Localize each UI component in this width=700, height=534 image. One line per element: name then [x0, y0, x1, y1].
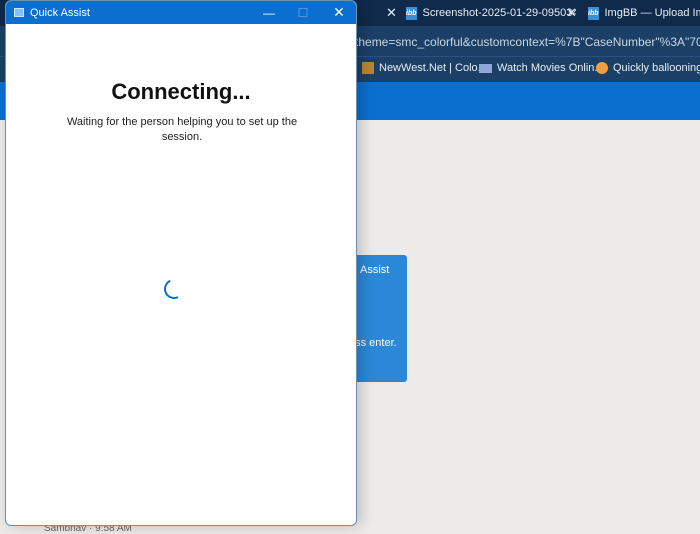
bookmark-label: NewWest.Net | Colo...	[379, 62, 487, 74]
tab-label: Screenshot-2025-01-29-095034 h	[423, 7, 577, 19]
bookmark-label: Quickly ballooning...	[613, 62, 700, 74]
sun-favicon-icon	[596, 62, 608, 74]
bookmark-label: Watch Movies Onlin...	[497, 62, 604, 74]
window-title: Quick Assist	[30, 7, 90, 19]
maximize-button[interactable]: ☐	[285, 1, 321, 24]
newwest-favicon-icon	[362, 62, 374, 74]
imgbb-favicon-icon: ibb	[588, 7, 599, 20]
status-message: Waiting for the person helping you to se…	[61, 115, 303, 145]
close-tab-icon[interactable]: ✕	[386, 5, 397, 21]
card-title: Assist	[360, 264, 389, 276]
bookmark-movies[interactable]: Watch Movies Onlin...	[479, 62, 604, 74]
loading-spinner-icon	[161, 276, 187, 302]
bookmark-ballooning[interactable]: Quickly ballooning...	[596, 62, 700, 74]
tab-imgbb[interactable]: ibb ImgBB — Upload Imag	[588, 0, 700, 26]
quick-assist-app-icon	[14, 8, 24, 17]
page-title: Connecting...	[6, 79, 356, 105]
tab-label: ImgBB — Upload Imag	[605, 7, 700, 19]
close-button[interactable]: ✕	[321, 1, 357, 24]
imgbb-favicon-icon: ibb	[406, 7, 417, 20]
bookmark-newwest[interactable]: NewWest.Net | Colo...	[362, 62, 487, 74]
close-tab-icon[interactable]: ✕	[566, 5, 577, 21]
minimize-button[interactable]: —	[251, 1, 287, 24]
tab-screenshot[interactable]: ibb Screenshot-2025-01-29-095034 h	[406, 0, 576, 26]
quick-assist-window: Quick Assist — ☐ ✕ Connecting... Waiting…	[5, 0, 357, 526]
movies-favicon-icon	[479, 64, 492, 73]
url-text: t?theme=smc_colorful&customcontext=%7B"C…	[345, 35, 700, 49]
